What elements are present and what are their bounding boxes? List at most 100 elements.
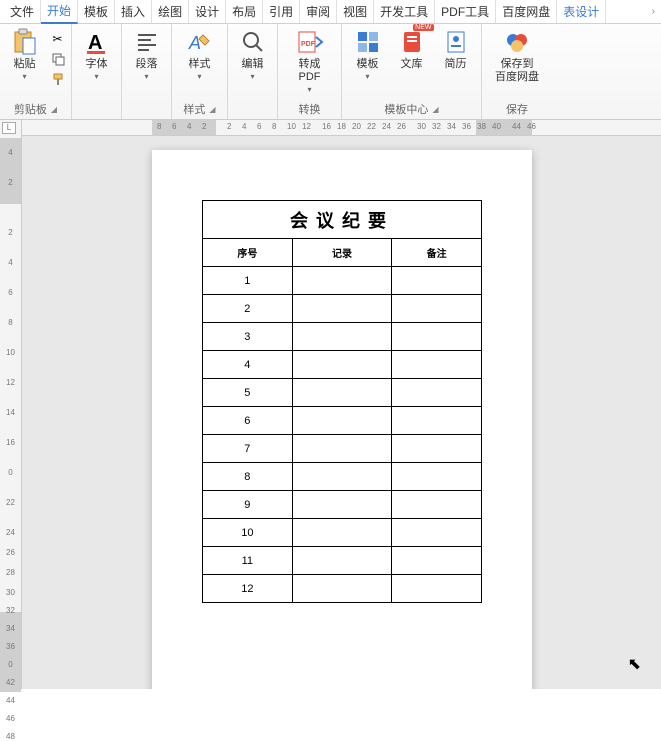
style-button[interactable]: A 样式 ▾ [180, 26, 220, 83]
menu-item[interactable]: 布局 [226, 0, 263, 23]
template-button[interactable]: 模板 ▾ [348, 26, 388, 83]
menu-item[interactable]: 开发工具 [374, 0, 435, 23]
table-row: 8 [203, 463, 482, 491]
search-icon [239, 28, 267, 56]
table-cell[interactable]: 1 [203, 267, 293, 295]
dialog-launcher-icon[interactable]: ◢ [209, 105, 215, 114]
library-button[interactable]: NEW 文库 [392, 26, 432, 73]
cut-icon[interactable]: ✂ [49, 30, 67, 48]
horizontal-ruler[interactable]: 8642246810121618202224263032343638404446 [22, 120, 661, 136]
format-painter-icon[interactable] [49, 70, 67, 88]
table-cell[interactable] [292, 519, 392, 547]
table-cell[interactable] [292, 491, 392, 519]
table-cell[interactable]: 2 [203, 295, 293, 323]
table-title[interactable]: 会议纪要 [203, 201, 482, 239]
paste-label: 粘贴 [14, 58, 36, 71]
convert-pdf-button[interactable]: PDF 转成PDF ▾ [282, 26, 337, 96]
menu-item[interactable]: 绘图 [152, 0, 189, 23]
table-row: 12 [203, 575, 482, 603]
font-button[interactable]: A 字体 ▾ [77, 26, 117, 83]
menu-item[interactable]: 百度网盘 [496, 0, 557, 23]
table-cell[interactable] [392, 351, 482, 379]
library-label: 文库 [401, 58, 423, 71]
svg-text:PDF: PDF [301, 41, 316, 48]
table-cell[interactable] [292, 435, 392, 463]
group-title: 模板中心 [384, 101, 428, 117]
table-cell[interactable]: 9 [203, 491, 293, 519]
svg-text:A: A [88, 32, 102, 54]
template-icon [354, 28, 382, 56]
font-label: 字体 [86, 58, 108, 71]
template-label: 模板 [357, 58, 379, 71]
table-cell[interactable]: 5 [203, 379, 293, 407]
table-cell[interactable] [392, 407, 482, 435]
table-cell[interactable] [292, 575, 392, 603]
menu-item-table-design[interactable]: 表设计 [557, 0, 606, 23]
table-cell[interactable] [392, 519, 482, 547]
resume-button[interactable]: 简历 [436, 26, 476, 73]
table-cell[interactable] [392, 547, 482, 575]
document-table[interactable]: 会议纪要序号记录备注123456789101112 [202, 200, 482, 603]
group-save: 保存到 百度网盘 保存 [482, 24, 552, 119]
dropdown-arrow-icon: ▾ [365, 72, 369, 81]
menu-item[interactable]: 审阅 [300, 0, 337, 23]
document-area[interactable]: 8642246810121618202224263032343638404446… [22, 120, 661, 689]
save-netdisk-button[interactable]: 保存到 百度网盘 [489, 26, 545, 86]
table-header[interactable]: 记录 [292, 239, 392, 267]
menu-item[interactable]: 模板 [78, 0, 115, 23]
table-cell[interactable]: 12 [203, 575, 293, 603]
tab-stop-icon[interactable]: L [2, 122, 16, 134]
table-cell[interactable]: 3 [203, 323, 293, 351]
table-cell[interactable]: 10 [203, 519, 293, 547]
table-cell[interactable] [392, 491, 482, 519]
menu-item[interactable]: PDF工具 [435, 0, 496, 23]
resume-icon [442, 28, 470, 56]
chevron-right-icon[interactable]: › [646, 6, 661, 17]
table-cell[interactable] [292, 547, 392, 575]
table-cell[interactable]: 8 [203, 463, 293, 491]
table-cell[interactable] [292, 379, 392, 407]
dropdown-arrow-icon: ▾ [22, 72, 26, 81]
table-header[interactable]: 备注 [392, 239, 482, 267]
copy-icon[interactable] [49, 50, 67, 68]
table-cell[interactable]: 11 [203, 547, 293, 575]
table-cell[interactable] [392, 295, 482, 323]
pdf-label: 转成PDF [288, 58, 331, 84]
table-row: 1 [203, 267, 482, 295]
dialog-launcher-icon[interactable]: ◢ [51, 105, 57, 114]
table-cell[interactable]: 4 [203, 351, 293, 379]
table-cell[interactable] [292, 407, 392, 435]
paragraph-button[interactable]: 段落 ▾ [127, 26, 167, 83]
table-cell[interactable] [392, 463, 482, 491]
table-cell[interactable] [292, 267, 392, 295]
group-title: 保存 [506, 101, 528, 117]
group-title: 转换 [299, 101, 321, 117]
table-cell[interactable]: 6 [203, 407, 293, 435]
menu-item[interactable]: 设计 [189, 0, 226, 23]
table-cell[interactable] [292, 323, 392, 351]
table-cell[interactable] [292, 295, 392, 323]
page[interactable]: 会议纪要序号记录备注123456789101112 [152, 150, 532, 689]
menu-item[interactable]: 文件 [4, 0, 41, 23]
table-cell[interactable] [292, 351, 392, 379]
table-row: 9 [203, 491, 482, 519]
table-cell[interactable]: 7 [203, 435, 293, 463]
menu-item[interactable]: 视图 [337, 0, 374, 23]
table-cell[interactable] [392, 267, 482, 295]
paste-button[interactable]: 粘贴 ▾ [5, 26, 45, 83]
table-row: 5 [203, 379, 482, 407]
group-paragraph: 段落 ▾ [122, 24, 172, 119]
menu-item[interactable]: 插入 [115, 0, 152, 23]
table-header[interactable]: 序号 [203, 239, 293, 267]
table-cell[interactable] [392, 323, 482, 351]
table-row: 4 [203, 351, 482, 379]
table-cell[interactable] [392, 435, 482, 463]
menu-item[interactable]: 开始 [41, 0, 78, 24]
edit-button[interactable]: 编辑 ▾ [233, 26, 273, 83]
dialog-launcher-icon[interactable]: ◢ [432, 105, 438, 114]
vertical-ruler[interactable]: L 42246810121416022242628303234360424446… [0, 120, 22, 689]
table-cell[interactable] [292, 463, 392, 491]
table-cell[interactable] [392, 379, 482, 407]
table-cell[interactable] [392, 575, 482, 603]
menu-item[interactable]: 引用 [263, 0, 300, 23]
